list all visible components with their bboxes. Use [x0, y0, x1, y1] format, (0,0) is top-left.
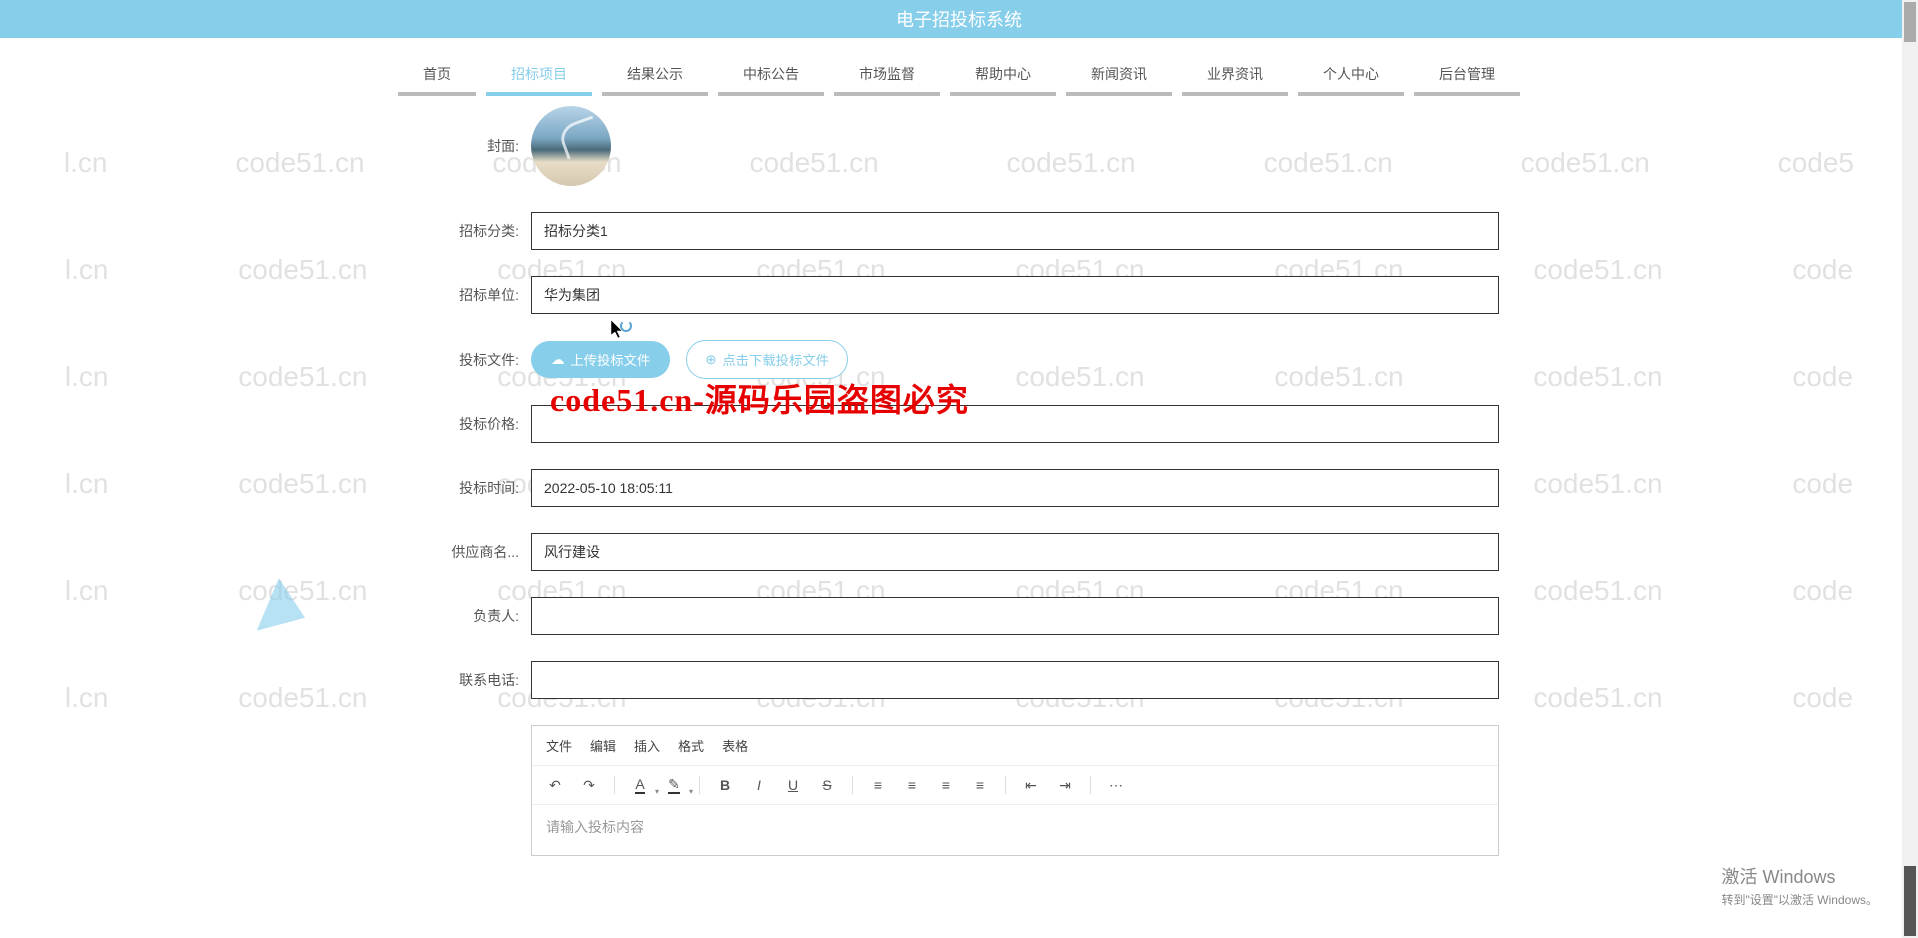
row-bidfile: 投标文件: 上传投标文件 点击下载投标文件	[409, 340, 1499, 379]
nav-home[interactable]: 首页	[398, 56, 476, 96]
download-icon	[705, 352, 716, 368]
align-right-icon[interactable]: ≡	[933, 772, 959, 798]
windows-activation-notice: 激活 Windows 转到"设置"以激活 Windows。	[1721, 863, 1878, 908]
nav-bidding-project[interactable]: 招标项目	[486, 56, 592, 96]
label-time: 投标时间:	[409, 478, 519, 498]
row-category: 招标分类:	[409, 212, 1499, 250]
row-supplier: 供应商名...	[409, 533, 1499, 571]
cover-image[interactable]	[531, 106, 611, 186]
menu-table[interactable]: 表格	[722, 736, 748, 755]
row-manager: 负责人:	[409, 597, 1499, 635]
strikethrough-icon[interactable]: S	[814, 772, 840, 798]
nav-result-publicity[interactable]: 结果公示	[602, 56, 708, 96]
highlight-icon[interactable]: ✎▾	[661, 772, 687, 798]
input-time[interactable]	[531, 469, 1499, 507]
input-unit[interactable]	[531, 276, 1499, 314]
label-bidfile: 投标文件:	[409, 350, 519, 370]
nav-personal-center[interactable]: 个人中心	[1298, 56, 1404, 96]
label-unit: 招标单位:	[409, 285, 519, 305]
nav-bar: 首页 招标项目 结果公示 中标公告 市场监督 帮助中心 新闻资讯 业界资讯 个人…	[0, 38, 1918, 96]
label-cover: 封面:	[409, 136, 519, 156]
row-cover: 封面:	[409, 106, 1499, 186]
outdent-icon[interactable]: ⇤	[1018, 772, 1044, 798]
separator	[1090, 776, 1091, 794]
upload-button[interactable]: 上传投标文件	[531, 341, 670, 378]
row-unit: 招标单位:	[409, 276, 1499, 314]
align-center-icon[interactable]: ≡	[899, 772, 925, 798]
windows-line2: 转到"设置"以激活 Windows。	[1721, 891, 1878, 908]
windows-line1: 激活 Windows	[1721, 863, 1878, 889]
editor-menubar: 文件 编辑 插入 格式 表格	[532, 726, 1498, 766]
form-scroll[interactable]: 封面: 招标分类: 招标单位: 投标文件: 上传投标文件 点击下载投标文件	[409, 106, 1509, 866]
more-icon[interactable]: ⋯	[1103, 772, 1129, 798]
input-phone[interactable]	[531, 661, 1499, 699]
align-left-icon[interactable]: ≡	[865, 772, 891, 798]
menu-file[interactable]: 文件	[546, 736, 572, 755]
label-category: 招标分类:	[409, 221, 519, 241]
indent-icon[interactable]: ⇥	[1052, 772, 1078, 798]
scrollbar-thumb-bottom[interactable]	[1904, 866, 1916, 936]
label-price: 投标价格:	[409, 414, 519, 434]
menu-edit[interactable]: 编辑	[590, 736, 616, 755]
menu-insert[interactable]: 插入	[634, 736, 660, 755]
italic-icon[interactable]: I	[746, 772, 772, 798]
blue-triangle-decoration	[245, 574, 305, 630]
separator	[1005, 776, 1006, 794]
bold-icon[interactable]: B	[712, 772, 738, 798]
app-title: 电子招投标系统	[896, 6, 1022, 32]
rich-text-editor: 文件 编辑 插入 格式 表格 ↶ ↷ A▾ ✎▾ B I U S	[531, 725, 1499, 856]
scrollbar-thumb-top[interactable]	[1904, 2, 1916, 42]
nav-market-supervision[interactable]: 市场监督	[834, 56, 940, 96]
red-watermark-text: code51.cn-源码乐园盗图必究	[550, 375, 969, 421]
label-supplier: 供应商名...	[409, 542, 519, 562]
row-time: 投标时间:	[409, 469, 1499, 507]
label-manager: 负责人:	[409, 606, 519, 626]
nav-winning-notice[interactable]: 中标公告	[718, 56, 824, 96]
redo-icon[interactable]: ↷	[576, 772, 602, 798]
separator	[852, 776, 853, 794]
separator	[699, 776, 700, 794]
header-bar: 电子招投标系统	[0, 0, 1918, 38]
main-content: 封面: 招标分类: 招标单位: 投标文件: 上传投标文件 点击下载投标文件	[409, 96, 1509, 906]
row-phone: 联系电话:	[409, 661, 1499, 699]
nav-industry-news[interactable]: 业界资讯	[1182, 56, 1288, 96]
text-color-icon[interactable]: A▾	[627, 772, 653, 798]
underline-icon[interactable]: U	[780, 772, 806, 798]
editor-toolbar: ↶ ↷ A▾ ✎▾ B I U S ≡ ≡ ≡ ≡ ⇤	[532, 766, 1498, 805]
input-manager[interactable]	[531, 597, 1499, 635]
label-phone: 联系电话:	[409, 670, 519, 690]
nav-backend[interactable]: 后台管理	[1414, 56, 1520, 96]
separator	[614, 776, 615, 794]
nav-news[interactable]: 新闻资讯	[1066, 56, 1172, 96]
cloud-upload-icon	[551, 352, 564, 368]
editor-content[interactable]: 请输入投标内容	[532, 805, 1498, 855]
nav-help-center[interactable]: 帮助中心	[950, 56, 1056, 96]
input-supplier[interactable]	[531, 533, 1499, 571]
undo-icon[interactable]: ↶	[542, 772, 568, 798]
align-justify-icon[interactable]: ≡	[967, 772, 993, 798]
menu-format[interactable]: 格式	[678, 736, 704, 755]
page-scrollbar[interactable]	[1902, 0, 1918, 938]
download-button[interactable]: 点击下载投标文件	[686, 340, 848, 379]
row-editor: 文件 编辑 插入 格式 表格 ↶ ↷ A▾ ✎▾ B I U S	[409, 725, 1499, 856]
input-category[interactable]	[531, 212, 1499, 250]
upload-button-label: 上传投标文件	[570, 350, 650, 369]
download-button-label: 点击下载投标文件	[722, 350, 829, 369]
